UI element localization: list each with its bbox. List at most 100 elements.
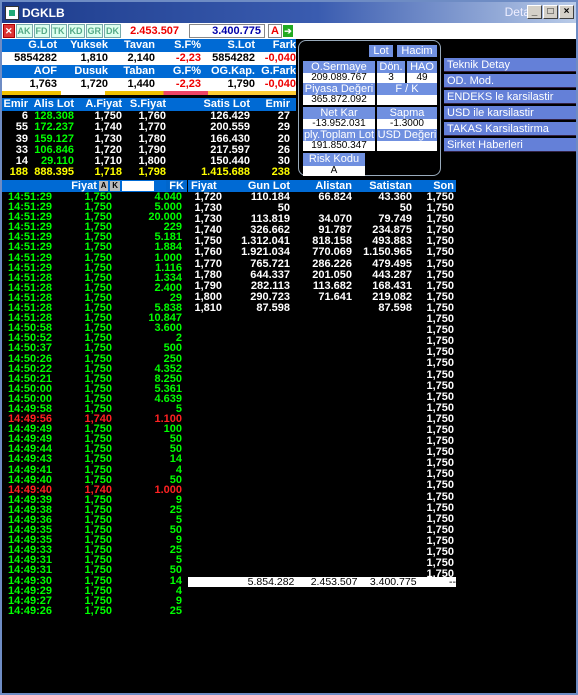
depth-cell: 1,740 [94, 121, 122, 134]
level-cell: 1,750 [426, 490, 454, 503]
level-row: 1,750 [188, 402, 456, 414]
depth-row[interactable]: 55 172.237 1,740 1,770 200.559 29 [2, 121, 296, 134]
level-cell [226, 458, 290, 469]
level-cell [226, 403, 290, 414]
level-cell [352, 436, 412, 447]
tag-tk[interactable]: TK [50, 24, 67, 38]
level-row: 1,750 [188, 391, 456, 403]
level-row: 1,750 [188, 458, 456, 469]
level-cell [290, 325, 352, 336]
menu-takas[interactable]: TAKAS Karsilastirma [444, 122, 576, 136]
minimize-button[interactable]: _ [527, 5, 542, 19]
level-row: 1,750 [188, 325, 456, 336]
toolbar-value-1: 2.453.507 [130, 25, 180, 37]
level-cell [352, 425, 412, 436]
tag-kd[interactable]: KD [67, 24, 85, 38]
hdr-fark: Fark [272, 39, 296, 51]
sapma-value: -1.3000 [377, 119, 437, 129]
summary-values-1: 5854282 1,810 2,140 -2,23 5854282 -0,040 [2, 52, 296, 65]
total-son: -- [449, 576, 456, 588]
level-cell: 1,750 [426, 479, 454, 492]
tag-ak[interactable]: AK [15, 24, 33, 38]
title-bar[interactable]: DGKLB Detay _ □ × [2, 2, 576, 23]
hdr-slot: S.Lot [227, 39, 256, 51]
level-cell [188, 425, 226, 436]
summary-headers-1: G.Lot Yuksek Tavan S.F% S.Lot Fark [2, 39, 296, 52]
level-cell [226, 392, 290, 403]
level-cell: 87.598 [378, 301, 412, 314]
level-cell: 479.495 [372, 257, 412, 270]
trade-lot: 3.600 [154, 322, 182, 335]
hdr-aof: AOF [33, 65, 57, 77]
total-cell: 188 [9, 166, 28, 179]
filter-input[interactable] [121, 181, 155, 191]
level-cell [352, 314, 412, 325]
level-cell [188, 558, 226, 569]
trade-lot: 4.639 [154, 392, 182, 405]
val-glot: 5854282 [14, 52, 57, 64]
level-cell [352, 347, 412, 358]
trade-lot: 50 [169, 524, 182, 537]
level-cell [188, 325, 226, 336]
detail-menu: Teknik Detay OD. Mod. ENDEKS le karsilas… [444, 58, 576, 154]
val-aof: 1,763 [29, 78, 57, 90]
level-row: 1,750 [188, 413, 456, 425]
level-cell [226, 370, 290, 381]
level-cell [226, 447, 290, 458]
tag-fd[interactable]: FD [33, 24, 50, 38]
level-cell [352, 403, 412, 414]
level-cell [352, 525, 412, 536]
level-cell [188, 392, 226, 403]
level-cell [352, 370, 412, 381]
total-cell: 238 [271, 166, 290, 179]
level-cell: 66.824 [318, 191, 352, 203]
hdr-dusuk: Dusuk [74, 65, 108, 77]
lot-button[interactable]: Lot [369, 45, 393, 57]
level-row: 1,750 [188, 447, 456, 458]
menu-endeks[interactable]: ENDEKS le karsilastir [444, 90, 576, 104]
menu-od-mod[interactable]: OD. Mod. [444, 74, 576, 88]
level-cell [188, 469, 226, 480]
sort-a-button[interactable]: A [98, 181, 109, 191]
level-cell [188, 514, 226, 525]
hdr-sf: S.F% [174, 39, 201, 51]
depth-cell: 1,770 [138, 121, 166, 134]
val-taban: 1,440 [127, 78, 155, 90]
level-cell [290, 458, 352, 469]
level-cell [226, 336, 290, 347]
main-window: DGKLB Detay _ □ × ✕ AK FD TK KD GR DK 2.… [0, 0, 578, 695]
val-tavan: 2,140 [127, 52, 155, 64]
level-row: 1,750 [188, 469, 456, 480]
summary-headers-2: AOF Dusuk Taban G.F% OG.Kap. G.Fark [2, 65, 296, 78]
tag-gr[interactable]: GR [85, 24, 104, 38]
level-cell [188, 547, 226, 558]
menu-usd[interactable]: USD ile karsilastir [444, 106, 576, 120]
don-value: 3 [377, 73, 405, 83]
level-cell [290, 403, 352, 414]
arrow-right-icon[interactable]: ➔ [283, 25, 293, 37]
level-cell [226, 347, 290, 358]
menu-haberler[interactable]: Sirket Haberleri [444, 138, 576, 152]
sort-k-button[interactable]: K [110, 181, 120, 191]
price-levels-list: 1,720 110.184 66.824 43.360 1,750 1,730 50 50 1,… [188, 191, 456, 580]
maximize-button[interactable]: □ [543, 5, 558, 19]
level-cell [352, 325, 412, 336]
level-cell [226, 414, 290, 425]
level-cell [290, 436, 352, 447]
menu-teknik-detay[interactable]: Teknik Detay [444, 58, 576, 72]
level-cell [290, 303, 352, 314]
tag-dk[interactable]: DK [104, 24, 122, 38]
close-x-icon[interactable]: ✕ [3, 24, 15, 38]
level-cell [290, 425, 352, 436]
close-button[interactable]: × [559, 5, 574, 19]
a-button[interactable]: A [268, 24, 282, 38]
hacim-button[interactable]: Hacim [397, 45, 437, 57]
level-cell [352, 558, 412, 569]
level-cell [352, 514, 412, 525]
total-cell: 888.395 [34, 166, 74, 179]
level-cell [226, 425, 290, 436]
level-cell [188, 414, 226, 425]
level-row: 1,750 [188, 336, 456, 347]
level-cell [352, 492, 412, 503]
level-row: 1,750 [188, 347, 456, 358]
